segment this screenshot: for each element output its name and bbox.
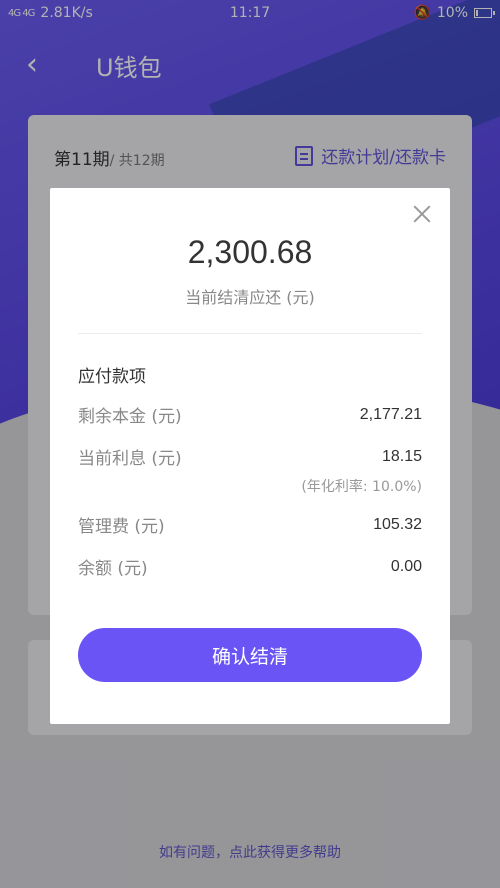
interest-label: 当前利息 (元): [78, 449, 182, 469]
settlement-amount: 2,300.68: [187, 234, 313, 270]
balance-row: 余额 (元) 0.00: [78, 554, 422, 580]
management-fee-row: 管理费 (元) 105.32: [78, 512, 422, 538]
principal-value: 2,177.21: [359, 405, 422, 423]
annual-rate-note: (年化利率: 10.0%): [301, 479, 422, 495]
close-icon[interactable]: [410, 202, 434, 226]
settlement-dialog: 2,300.68 当前结清应还 (元) 应付款项 剩余本金 (元) 2,177.…: [50, 188, 450, 724]
section-title: 应付款项: [78, 367, 146, 387]
principal-row: 剩余本金 (元) 2,177.21: [78, 402, 422, 428]
management-fee-label: 管理费 (元): [78, 517, 165, 537]
management-fee-value: 105.32: [373, 515, 422, 533]
balance-value: 0.00: [390, 557, 422, 575]
balance-label: 余额 (元): [78, 559, 148, 579]
confirm-settle-button[interactable]: 确认结清: [78, 628, 422, 682]
principal-label: 剩余本金 (元): [78, 407, 182, 427]
settlement-amount-label: 当前结清应还 (元): [185, 288, 315, 307]
interest-row: 当前利息 (元) 18.15: [78, 444, 422, 470]
interest-value: 18.15: [381, 447, 422, 465]
divider: [78, 333, 422, 334]
